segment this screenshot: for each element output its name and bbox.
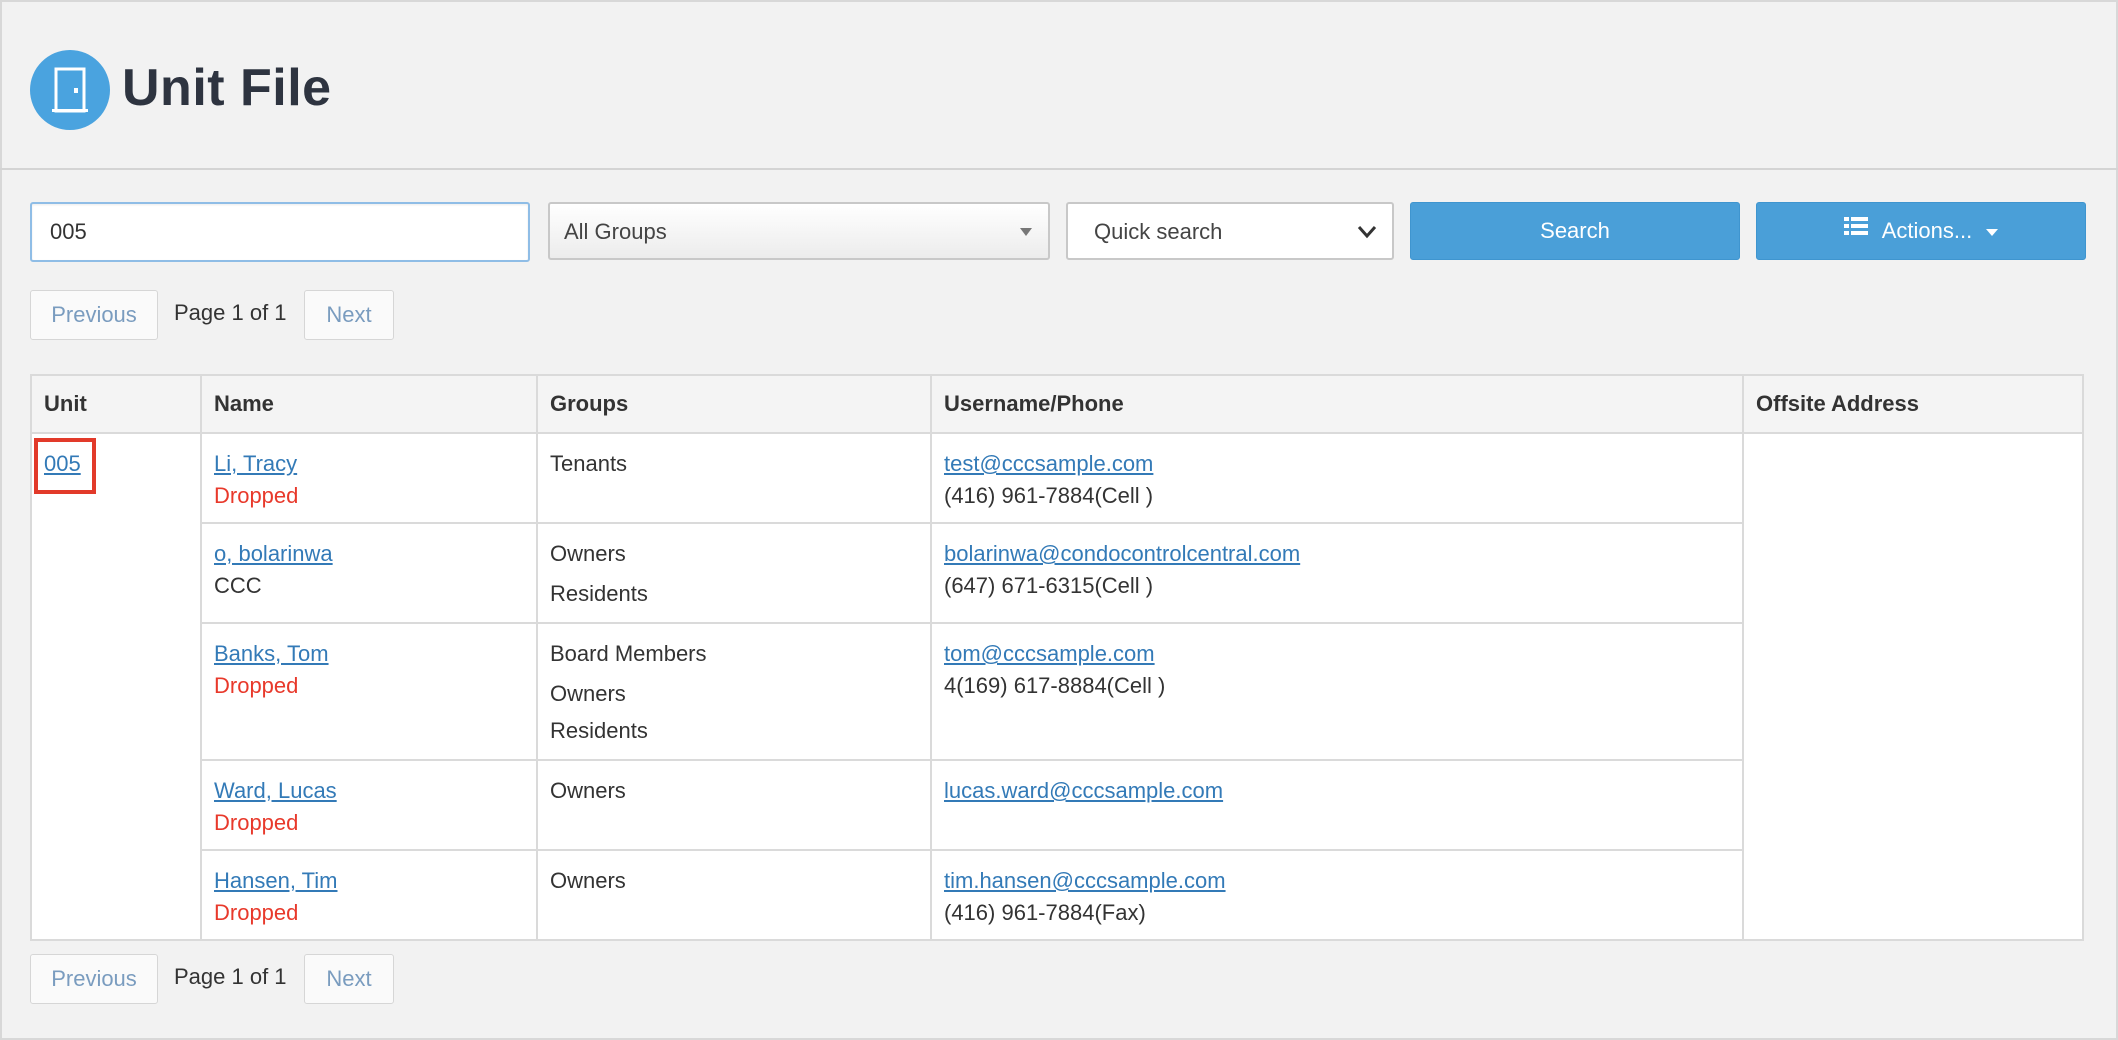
page-info: Page 1 of 1 (174, 964, 287, 989)
next-page-button[interactable]: Next (304, 954, 394, 1004)
search-button[interactable]: Search (1410, 202, 1740, 260)
resident-name-link[interactable]: Hansen, Tim (214, 865, 338, 897)
resident-name-link[interactable]: o, bolarinwa (214, 538, 333, 570)
email-link[interactable]: test@cccsample.com (944, 448, 1153, 480)
resident-name-link[interactable]: Ward, Lucas (214, 775, 337, 807)
unit-link[interactable]: 005 (44, 451, 81, 476)
email-link[interactable]: bolarinwa@condocontrolcentral.com (944, 538, 1300, 570)
groups-cell: Owners (536, 849, 932, 941)
contact-cell: tim.hansen@cccsample.com (416) 961-7884(… (930, 849, 1744, 941)
email-link[interactable]: tom@cccsample.com (944, 638, 1155, 670)
groups-dropdown[interactable]: All Groups (548, 202, 1050, 260)
door-icon (30, 50, 110, 130)
previous-page-button[interactable]: Previous (30, 290, 158, 340)
email-link[interactable]: tim.hansen@cccsample.com (944, 865, 1226, 897)
page-title: Unit File (122, 59, 332, 117)
groups-dropdown-value: All Groups (564, 219, 667, 244)
name-cell: Banks, Tom Dropped (200, 622, 538, 761)
resident-status: Dropped (214, 900, 299, 925)
resident-status: Dropped (214, 483, 299, 508)
next-page-button[interactable]: Next (304, 290, 394, 340)
group-label: Residents (550, 718, 648, 743)
column-header-username-phone[interactable]: Username/Phone (930, 374, 1744, 434)
actions-button-label: Actions... (1881, 218, 1973, 243)
offsite-address-cell (1742, 432, 2084, 941)
groups-cell: Board Members Owners Residents (536, 622, 932, 761)
previous-page-button[interactable]: Previous (30, 954, 158, 1004)
phone-text: (416) 961-7884(Cell ) (944, 483, 1154, 508)
name-cell: Ward, Lucas Dropped (200, 759, 538, 851)
column-header-groups[interactable]: Groups (536, 374, 932, 434)
column-header-offsite-address[interactable]: Offsite Address (1742, 374, 2084, 434)
resident-name-link[interactable]: Banks, Tom (214, 638, 329, 670)
page-info: Page 1 of 1 (174, 300, 287, 325)
resident-status: Dropped (214, 673, 299, 698)
phone-text: (647) 671-6315(Cell ) (944, 573, 1154, 598)
page-header: Unit File (0, 0, 2118, 170)
name-cell: o, bolarinwa CCC (200, 522, 538, 624)
contact-cell: tom@cccsample.com 4(169) 617-8884(Cell ) (930, 622, 1744, 761)
group-label: Residents (550, 581, 648, 606)
phone-text: (416) 961-7884(Fax) (944, 900, 1146, 925)
contact-cell: lucas.ward@cccsample.com (930, 759, 1744, 851)
units-table: Unit Name Groups Username/Phone Offsite … (30, 374, 2084, 941)
groups-cell: Tenants (536, 432, 932, 524)
resident-name-link[interactable]: Li, Tracy (214, 448, 297, 480)
quick-search-value: Quick search (1094, 219, 1223, 244)
table-header-row: Unit Name Groups Username/Phone Offsite … (30, 374, 2084, 434)
phone-text: 4(169) 617-8884(Cell ) (944, 673, 1166, 698)
group-label: Owners (550, 868, 626, 893)
caret-down-icon (1986, 228, 1999, 236)
group-label: Owners (550, 541, 626, 566)
resident-status: Dropped (214, 810, 299, 835)
group-label: Board Members (550, 641, 707, 666)
column-header-unit[interactable]: Unit (30, 374, 202, 434)
name-cell: Li, Tracy Dropped (200, 432, 538, 524)
unit-cell: 005 (30, 432, 202, 941)
contact-cell: test@cccsample.com (416) 961-7884(Cell ) (930, 432, 1744, 524)
groups-cell: Owners Residents (536, 522, 932, 624)
name-cell: Hansen, Tim Dropped (200, 849, 538, 941)
table-row: 005 Li, Tracy Dropped Tenants test@cccsa… (30, 432, 2084, 941)
resident-status: CCC (214, 573, 262, 598)
group-label: Tenants (550, 451, 628, 476)
groups-cell: Owners (536, 759, 932, 851)
column-header-name[interactable]: Name (200, 374, 538, 434)
actions-button[interactable]: Actions... (1756, 202, 2086, 260)
list-icon (1843, 201, 1868, 257)
quick-search-select[interactable]: Quick search (1066, 202, 1394, 260)
group-label: Owners (550, 778, 626, 803)
unit-search-input[interactable] (30, 202, 530, 262)
contact-cell: bolarinwa@condocontrolcentral.com (647) … (930, 522, 1744, 624)
group-label: Owners (550, 681, 626, 706)
chevron-down-icon (1357, 226, 1377, 239)
dropdown-arrow-icon (1020, 228, 1032, 236)
email-link[interactable]: lucas.ward@cccsample.com (944, 775, 1223, 807)
